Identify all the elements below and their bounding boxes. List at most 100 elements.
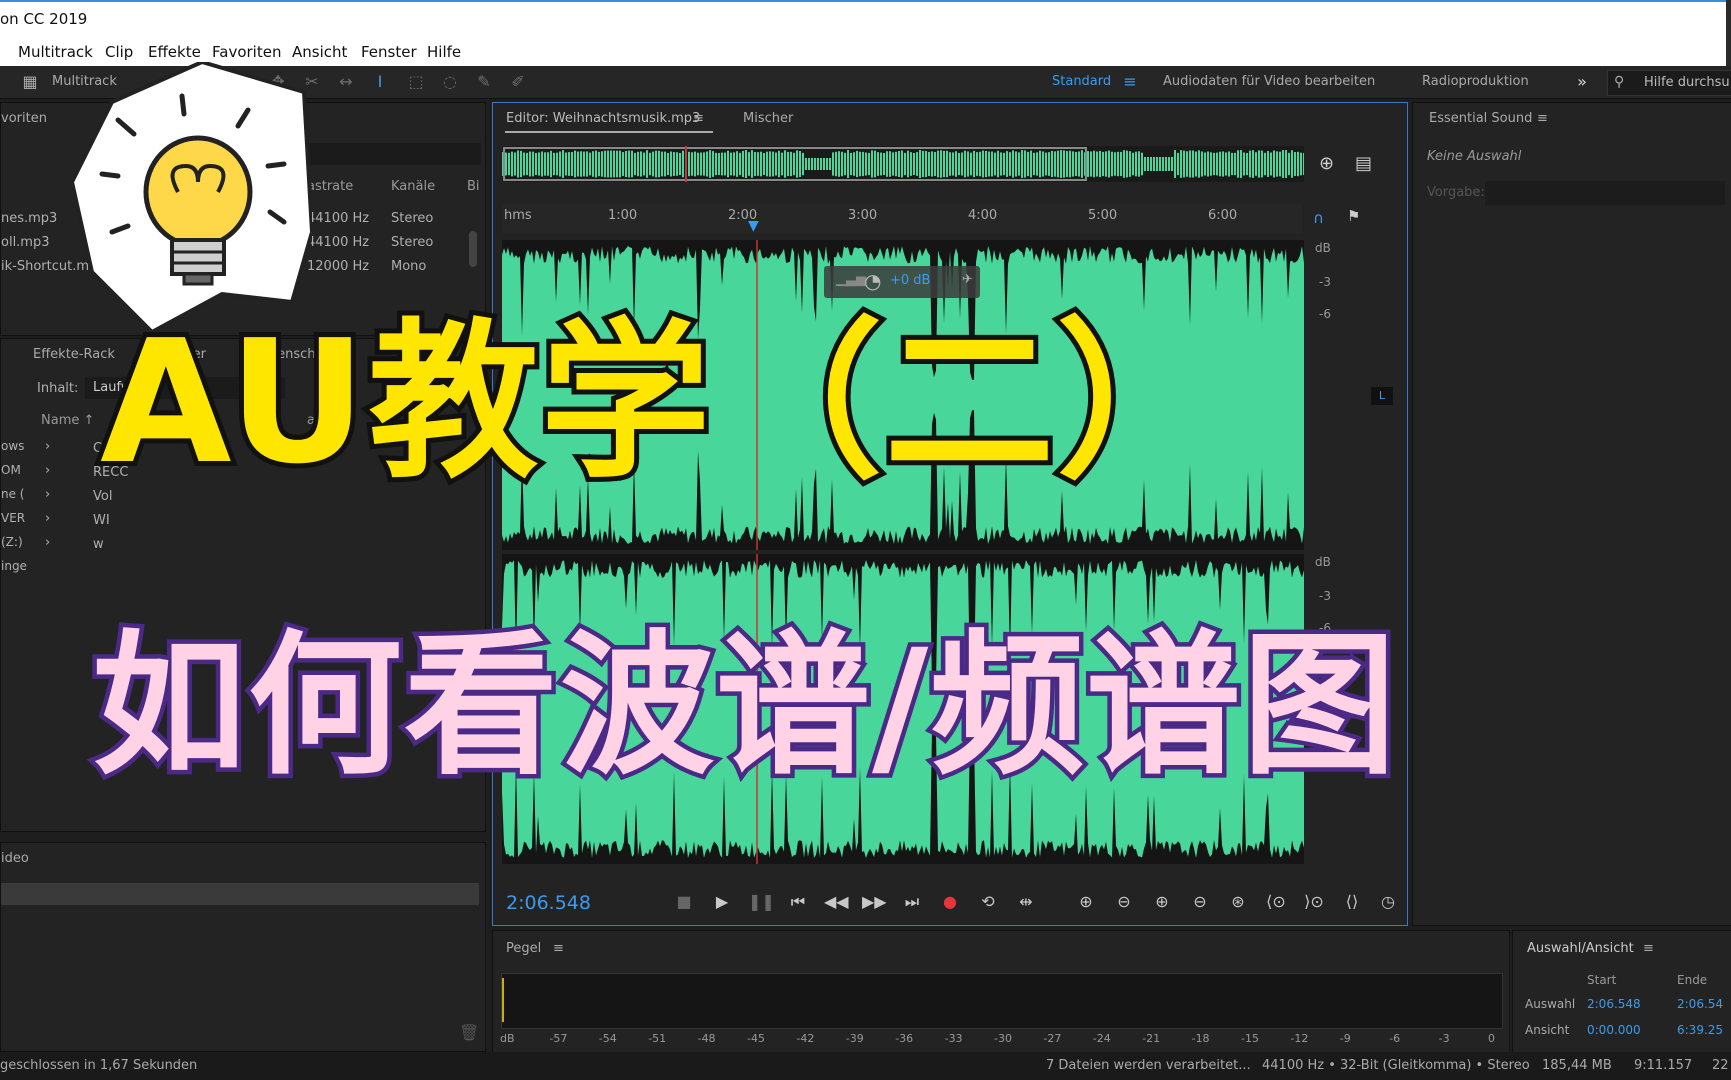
channel-l-badge[interactable]: L: [1371, 387, 1393, 405]
record-icon[interactable]: ●: [938, 892, 962, 911]
trash-icon[interactable]: 🗑: [459, 1023, 479, 1042]
zoom-out-right-icon[interactable]: ⟨⟩: [1340, 892, 1364, 911]
marquee-tool-icon[interactable]: ⬚: [406, 72, 426, 92]
view-end[interactable]: 6:39.25: [1677, 1023, 1723, 1037]
workspace-video[interactable]: Audiodaten für Video bearbeiten: [1163, 74, 1375, 89]
view-start[interactable]: 0:00.000: [1587, 1023, 1641, 1037]
menu-effekte[interactable]: Effekte: [148, 43, 201, 61]
tab-mischer[interactable]: Mischer: [743, 111, 793, 126]
zoom-full-icon[interactable]: ⊛: [1226, 892, 1250, 911]
loop-icon[interactable]: ⟲: [976, 892, 1000, 911]
workspace-standard[interactable]: Standard: [1052, 74, 1111, 89]
level-scale-tick: -48: [697, 1032, 716, 1045]
menu-favoriten[interactable]: Favoriten: [212, 43, 281, 61]
skip-selection-icon[interactable]: ⇹: [1014, 892, 1038, 911]
content-label: Inhalt:: [37, 381, 79, 396]
slip-tool-icon[interactable]: ↔: [336, 72, 356, 92]
tab-menu-icon[interactable]: ≡: [693, 111, 704, 126]
skip-start-icon[interactable]: ⏮: [786, 892, 810, 912]
chevron-right-icon[interactable]: ›: [45, 535, 50, 550]
transport-bar: 2:06.548 ■ ▶ ❚❚ ⏮ ◀◀ ▶▶ ⏭ ● ⟲ ⇹ ⊕ ⊖ ⊕ ⊖ …: [492, 884, 1406, 924]
overlay-title: AU教学（二）: [95, 304, 1231, 502]
level-scale-tick: -3: [1438, 1032, 1450, 1045]
more-workspaces-icon[interactable]: »: [1572, 72, 1592, 92]
lasso-tool-icon[interactable]: ◌: [440, 72, 460, 92]
files-search-field[interactable]: [301, 143, 481, 165]
workspace-menu-icon[interactable]: ≡: [1120, 72, 1140, 92]
playhead-handle-icon[interactable]: ▼: [748, 218, 759, 234]
chevron-right-icon[interactable]: ›: [45, 511, 50, 526]
level-scale-tick: -42: [796, 1032, 815, 1045]
preset-dropdown[interactable]: [1485, 181, 1725, 205]
pause-icon[interactable]: ❚❚: [748, 892, 775, 911]
file-name[interactable]: oll.mp3: [1, 235, 50, 250]
panel-menu-icon[interactable]: ▤: [1355, 153, 1372, 174]
col-name[interactable]: Name ↑: [41, 413, 94, 428]
zoom-in-time-icon[interactable]: ⊕: [1150, 892, 1174, 911]
files-scrollbar[interactable]: [469, 231, 477, 267]
level-scale-tick: -45: [747, 1032, 765, 1045]
selection-start[interactable]: 2:06.548: [1587, 997, 1641, 1011]
panel-menu-icon[interactable]: ≡: [1643, 941, 1654, 956]
drive-side-label: ows: [1, 439, 25, 453]
col-start: Start: [1587, 973, 1617, 987]
drive-item[interactable]: w: [93, 537, 104, 552]
tab-editor[interactable]: Editor: Weihnachtsmusik.mp3: [506, 111, 700, 126]
level-scale-tick: -30: [994, 1032, 1012, 1045]
level-scale-tick: -12: [1290, 1032, 1309, 1045]
status-message: geschlossen in 1,67 Sekunden: [0, 1058, 198, 1073]
help-search-box[interactable]: ⚲ Hilfe durchsu: [1607, 70, 1731, 96]
menu-fenster[interactable]: Fenster: [361, 43, 417, 61]
essential-sound-panel: Essential Sound ≡ Keine Auswahl Vorgabe:: [1412, 102, 1731, 926]
col-bits[interactable]: Bi: [467, 179, 480, 194]
col-channels[interactable]: Kanäle: [391, 179, 435, 194]
menu-clip[interactable]: Clip: [105, 43, 133, 61]
chevron-right-icon[interactable]: ›: [45, 487, 50, 502]
db-label: dB: [1315, 241, 1331, 255]
rewind-icon[interactable]: ◀◀: [824, 892, 849, 911]
col-samplerate[interactable]: astrate: [307, 179, 353, 194]
zoom-in-amplitude-icon[interactable]: ⊕: [1074, 892, 1098, 911]
time-selection-tool-icon[interactable]: I: [370, 72, 390, 92]
drive-side-label: ne (: [1, 487, 25, 501]
play-icon[interactable]: ▶: [710, 892, 734, 911]
zoom-out-amplitude-icon[interactable]: ⊖: [1112, 892, 1136, 911]
zoom-fit-icon[interactable]: ⊕: [1319, 153, 1334, 174]
db-label: dB: [1315, 555, 1331, 569]
menu-ansicht[interactable]: Ansicht: [292, 43, 347, 61]
current-time[interactable]: 2:06.548: [506, 892, 591, 914]
drive-item[interactable]: WI: [93, 513, 110, 528]
db-label: -6: [1319, 307, 1331, 321]
zoom-out-time-icon[interactable]: ⊖: [1188, 892, 1212, 911]
gain-value[interactable]: +0 dB: [890, 273, 930, 288]
status-bar: geschlossen in 1,67 Sekunden 7 Dateien w…: [0, 1052, 1731, 1080]
menu-hilfe[interactable]: Hilfe: [427, 43, 461, 61]
brush-tool-icon[interactable]: ✎: [474, 72, 494, 92]
menu-multitrack[interactable]: Multitrack: [18, 43, 93, 61]
level-scale-tick: -33: [944, 1032, 963, 1045]
snap-icon[interactable]: ∩: [1313, 209, 1324, 227]
fast-forward-icon[interactable]: ▶▶: [862, 892, 887, 911]
window-edge: [1726, 0, 1731, 66]
workspace-radio[interactable]: Radioproduktion: [1422, 74, 1529, 89]
pin-icon[interactable]: ✈: [962, 272, 973, 287]
overview-waveform[interactable]: [502, 146, 1304, 182]
chevron-right-icon[interactable]: ›: [45, 463, 50, 478]
time-ruler[interactable]: hms 1:00 2:00 3:00 4:00 5:00 6:00 ▼: [502, 204, 1302, 234]
gain-hud[interactable]: ▁▃▅ ◔ +0 dB ✈: [824, 266, 980, 298]
healing-tool-icon[interactable]: ✐: [508, 72, 528, 92]
marker-pin-icon[interactable]: ⚑: [1347, 207, 1360, 225]
multitrack-icon[interactable]: ▦: [20, 72, 40, 92]
stop-icon[interactable]: ■: [672, 892, 696, 911]
panel-menu-icon[interactable]: ≡: [553, 941, 564, 956]
timer-icon[interactable]: ◷: [1376, 892, 1400, 911]
chevron-right-icon[interactable]: ›: [45, 439, 50, 454]
file-name[interactable]: nes.mp3: [1, 211, 57, 226]
gain-knob-icon[interactable]: ◔: [864, 269, 881, 293]
skip-end-icon[interactable]: ⏭: [900, 892, 924, 912]
help-search-input[interactable]: Hilfe durchsu: [1644, 75, 1730, 90]
zoom-selection-icon[interactable]: ⟨⊙: [1264, 892, 1288, 911]
panel-menu-icon[interactable]: ≡: [1537, 111, 1548, 126]
zoom-out-left-icon[interactable]: ⟩⊙: [1302, 892, 1326, 911]
selection-end[interactable]: 2:06.54: [1677, 997, 1723, 1011]
